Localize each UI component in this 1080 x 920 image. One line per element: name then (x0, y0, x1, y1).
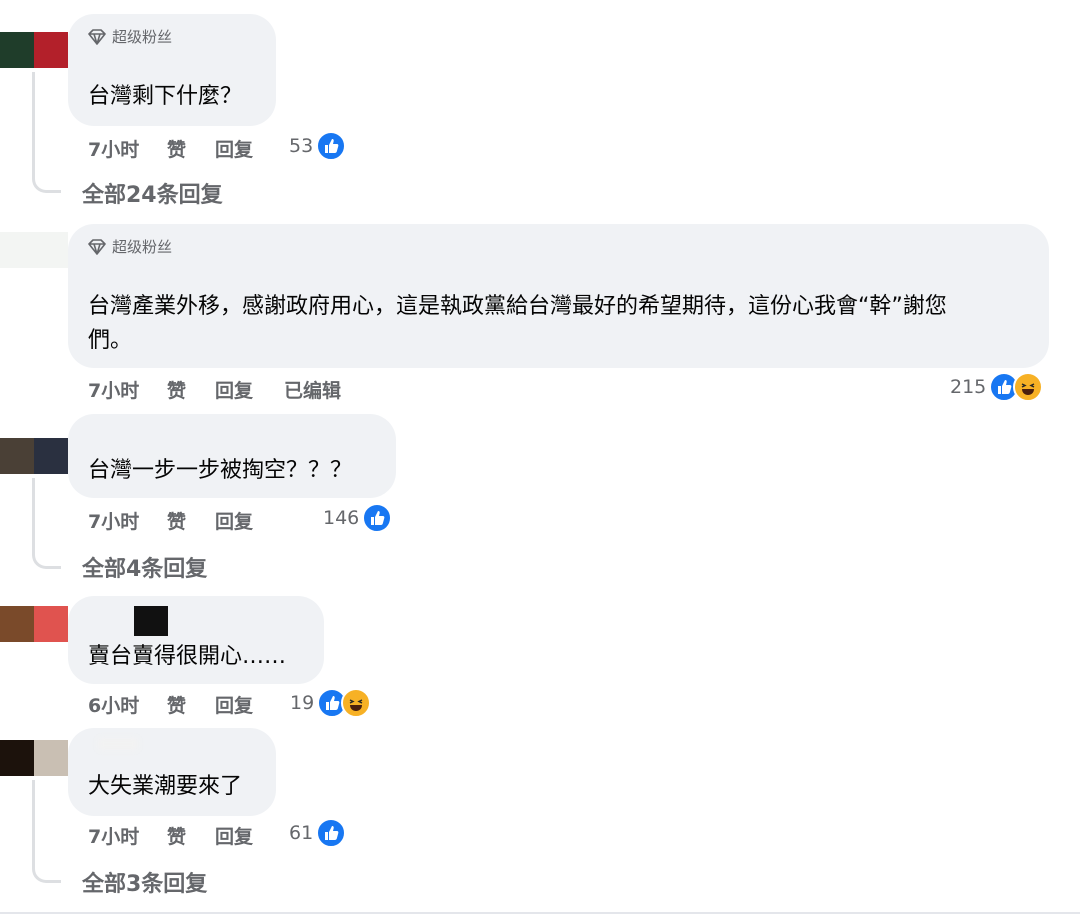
comment-time[interactable]: 7小时 (88, 376, 139, 403)
top-fan-badge: 超级粉丝 (88, 26, 172, 47)
reply-button[interactable]: 回复 (215, 507, 253, 534)
haha-icon (1013, 372, 1044, 402)
reaction-count[interactable]: 146 (323, 503, 393, 533)
comment-bubble: 超级粉丝 台灣剩下什麼？ (68, 14, 276, 126)
comment-time[interactable]: 7小时 (88, 822, 139, 849)
like-button[interactable]: 赞 (167, 135, 186, 162)
comment-time[interactable]: 6小时 (88, 691, 139, 718)
view-replies-link[interactable]: 全部24条回复 (82, 177, 223, 209)
diamond-icon (88, 28, 106, 45)
reply-button[interactable]: 回复 (215, 691, 253, 718)
blurred-name (98, 738, 138, 750)
diamond-icon (88, 238, 106, 255)
avatar[interactable] (0, 606, 68, 642)
reaction-number: 53 (289, 135, 314, 157)
comment-text: 台灣剩下什麼？ (88, 84, 243, 109)
comment-time[interactable]: 7小时 (88, 135, 139, 162)
redaction-block (134, 606, 168, 636)
badge-label: 超级粉丝 (112, 28, 173, 46)
comment-bubble: 大失業潮要來了 (68, 728, 276, 816)
reply-button[interactable]: 回复 (215, 376, 253, 403)
comment-text-line: 們。 (88, 328, 133, 353)
reaction-count[interactable]: 53 (289, 131, 347, 161)
view-replies-link[interactable]: 全部3条回复 (82, 866, 207, 898)
avatar[interactable] (0, 232, 68, 268)
like-icon (362, 503, 393, 533)
reaction-number: 19 (290, 692, 315, 714)
reply-button[interactable]: 回复 (215, 822, 253, 849)
view-replies-link[interactable]: 全部4条回复 (82, 551, 207, 583)
reply-button[interactable]: 回复 (215, 135, 253, 162)
avatar[interactable] (0, 438, 68, 474)
comment-bubble: 超级粉丝 台灣產業外移，感謝政府用心，這是執政黨給台灣最好的希望期待，這份心我會… (68, 224, 1049, 368)
comment-bubble: 賣台賣得很開心…… (68, 596, 324, 684)
comment-text-line: 台灣產業外移，感謝政府用心，這是執政黨給台灣最好的希望期待，這份心我會“幹”謝您 (88, 294, 947, 319)
like-icon (316, 131, 347, 161)
like-icon (316, 818, 347, 848)
like-button[interactable]: 赞 (167, 376, 186, 403)
reaction-number: 61 (289, 822, 314, 844)
thread-line (32, 72, 61, 193)
reaction-number: 215 (950, 376, 987, 398)
comment-time[interactable]: 7小时 (88, 507, 139, 534)
top-fan-badge: 超级粉丝 (88, 236, 172, 257)
bottom-divider (0, 912, 1080, 914)
edited-label: 已编辑 (284, 380, 342, 402)
haha-icon (341, 688, 372, 718)
like-button[interactable]: 赞 (167, 507, 186, 534)
comment-bubble: 台灣一步一步被掏空？？？ (68, 414, 396, 498)
comment-text: 賣台賣得很開心…… (88, 644, 287, 669)
like-button[interactable]: 赞 (167, 691, 186, 718)
avatar[interactable] (0, 740, 68, 776)
badge-label: 超级粉丝 (112, 238, 173, 256)
comment-text: 大失業潮要來了 (88, 774, 243, 799)
reaction-count[interactable]: 215 (950, 372, 1044, 402)
reaction-count[interactable]: 19 (290, 688, 372, 718)
like-button[interactable]: 赞 (167, 822, 186, 849)
reaction-count[interactable]: 61 (289, 818, 347, 848)
comment-text: 台灣一步一步被掏空？？？ (88, 458, 353, 483)
thread-line (32, 478, 61, 569)
reaction-number: 146 (323, 507, 360, 529)
thread-line (32, 780, 61, 883)
avatar[interactable] (0, 32, 68, 68)
